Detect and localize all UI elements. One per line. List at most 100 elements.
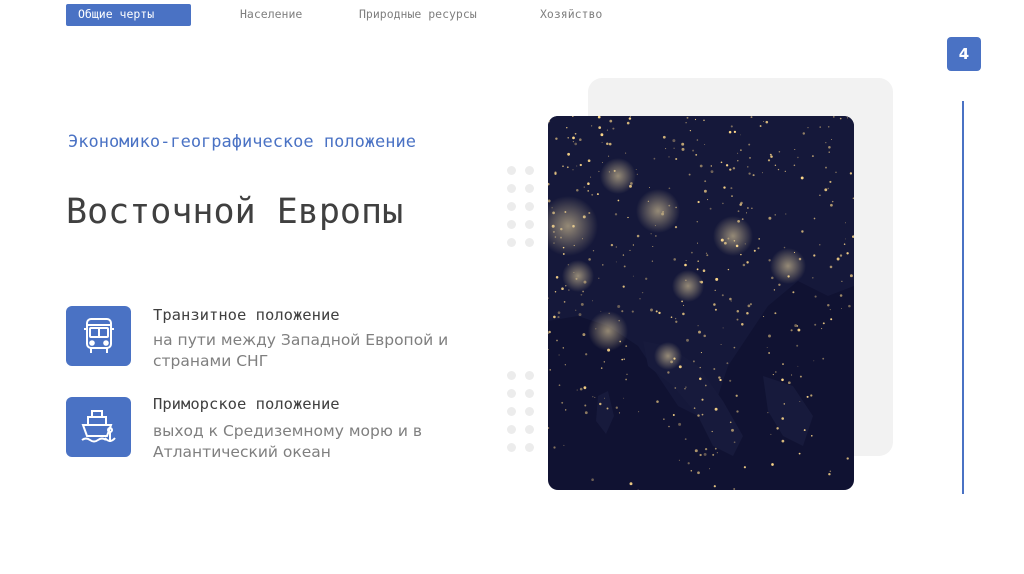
- city-light-dot: [781, 378, 784, 382]
- city-light-dot: [681, 142, 685, 146]
- city-light-dot: [740, 134, 741, 136]
- city-light-dot: [696, 139, 699, 141]
- city-light-dot: [829, 470, 832, 473]
- city-light-dot: [574, 142, 578, 146]
- city-light-dot: [561, 401, 564, 404]
- tab-economy[interactable]: Хозяйство: [540, 4, 602, 26]
- city-light-dot: [587, 190, 590, 192]
- city-light-dot: [629, 482, 633, 486]
- city-light-dot: [749, 303, 752, 306]
- city-light-dot: [730, 300, 732, 302]
- city-light-dot: [576, 188, 579, 192]
- city-light-dot: [548, 348, 549, 350]
- city-light-dot: [781, 417, 785, 420]
- city-light-dot: [732, 167, 736, 170]
- city-light-dot: [625, 378, 627, 381]
- city-light-dot: [704, 384, 707, 387]
- city-light-dot: [648, 186, 651, 189]
- city-light-dot: [668, 187, 671, 190]
- city-light-dot: [822, 322, 825, 325]
- tab-natural-resources[interactable]: Природные ресурсы: [359, 4, 477, 26]
- city-light-dot: [582, 333, 586, 337]
- city-light-dot: [798, 452, 801, 455]
- city-light-dot: [768, 259, 771, 262]
- city-light-dot: [730, 125, 733, 128]
- city-light-dot: [767, 159, 771, 162]
- city-light-dot: [684, 438, 687, 440]
- city-light-dot: [583, 386, 586, 389]
- city-light-dot: [564, 409, 567, 411]
- city-glow: [562, 260, 594, 292]
- bus-icon: [66, 306, 131, 366]
- city-light-dot: [554, 291, 557, 293]
- city-light-dot: [662, 135, 666, 139]
- city-light-dot: [831, 200, 834, 203]
- city-light-dot: [699, 377, 702, 381]
- tab-general-features[interactable]: Общие черты: [66, 4, 191, 26]
- city-light-dot: [781, 439, 785, 443]
- city-light-dot: [835, 171, 837, 174]
- city-light-dot: [792, 291, 795, 294]
- city-light-dot: [554, 171, 557, 174]
- city-light-dot: [579, 163, 582, 167]
- city-light-dot: [576, 165, 578, 167]
- city-light-dot: [618, 412, 621, 414]
- city-glow: [588, 311, 628, 351]
- city-light-dot: [561, 287, 564, 291]
- city-light-dot: [796, 344, 799, 347]
- city-light-dot: [601, 141, 603, 143]
- city-light-dot: [827, 187, 829, 190]
- tab-population[interactable]: Население: [240, 4, 302, 26]
- city-light-dot: [674, 387, 677, 389]
- city-light-dot: [650, 308, 653, 312]
- city-light-dot: [839, 254, 843, 257]
- city-light-dot: [830, 318, 833, 321]
- city-light-dot: [729, 168, 732, 171]
- city-light-dot: [615, 246, 617, 248]
- city-light-dot: [631, 310, 634, 313]
- city-light-dot: [598, 126, 602, 129]
- city-glow: [770, 248, 806, 284]
- city-light-dot: [746, 311, 749, 315]
- city-light-dot: [726, 362, 729, 365]
- city-light-dot: [807, 127, 809, 129]
- city-light-dot: [564, 364, 566, 366]
- city-light-dot: [771, 276, 774, 280]
- city-light-dot: [632, 244, 635, 246]
- city-light-dot: [697, 325, 699, 327]
- city-light-dot: [651, 260, 654, 262]
- city-light-dot: [832, 116, 835, 118]
- city-light-dot: [621, 310, 624, 313]
- city-light-dot: [705, 252, 708, 254]
- city-light-dot: [563, 444, 565, 446]
- city-light-dot: [604, 397, 605, 399]
- city-light-dot: [830, 203, 833, 207]
- city-light-dot: [716, 452, 718, 454]
- city-light-dot: [606, 407, 609, 410]
- city-light-dot: [622, 254, 625, 256]
- city-glow: [713, 216, 753, 256]
- city-light-dot: [558, 354, 560, 356]
- page-number-badge: 4: [947, 37, 981, 71]
- city-light-dot: [692, 360, 695, 363]
- city-light-dot: [749, 157, 751, 159]
- city-light-dot: [639, 298, 641, 300]
- city-light-dot: [678, 422, 682, 426]
- city-light-dot: [608, 155, 610, 157]
- city-light-dot: [635, 169, 637, 171]
- city-light-dot: [740, 149, 742, 152]
- city-light-dot: [821, 328, 823, 330]
- page-subtitle: Экономико-географическое положение: [68, 132, 416, 152]
- city-light-dot: [785, 213, 787, 215]
- city-light-dot: [549, 369, 551, 371]
- city-light-dot: [692, 149, 695, 152]
- city-light-dot: [729, 297, 732, 301]
- city-light-dot: [696, 268, 699, 271]
- city-light-dot: [829, 309, 831, 311]
- city-light-dot: [844, 222, 847, 224]
- city-light-dot: [845, 238, 846, 240]
- city-light-dot: [704, 180, 707, 183]
- city-light-dot: [721, 294, 724, 297]
- city-light-dot: [556, 339, 558, 342]
- city-light-dot: [600, 133, 604, 137]
